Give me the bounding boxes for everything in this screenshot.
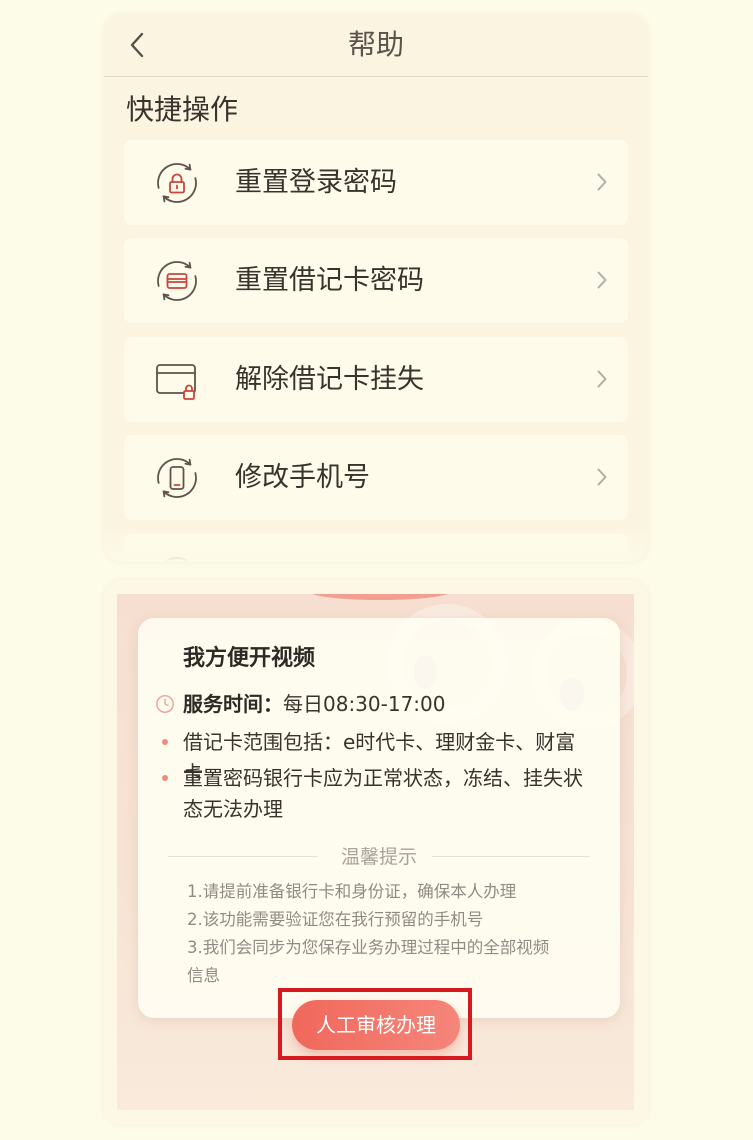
video-service-sheet: 我方便开视频 服务时间：每日08:30-17:00 借记卡范围包括：e时代卡、理… — [104, 580, 648, 1125]
manual-review-button[interactable]: 人工审核办理 — [292, 1000, 460, 1050]
card-lock-icon — [155, 358, 199, 402]
quick-action-label: 重置借记卡密码 — [235, 265, 424, 296]
quick-action-change-phone-number[interactable]: 修改手机号 — [124, 435, 628, 520]
chevron-right-icon — [597, 173, 607, 191]
chevron-right-icon — [597, 468, 607, 486]
quick-action-reset-debit-card-password[interactable]: 重置借记卡密码 — [124, 238, 628, 323]
chevron-right-icon — [597, 370, 607, 388]
note-card-status: 重置密码银行卡应为正常状态，冻结、挂失状态无法办理 — [183, 766, 583, 821]
service-time-label: 服务时间： — [183, 692, 283, 716]
quick-action-unfreeze-lost-debit-card[interactable]: 解除借记卡挂失 — [124, 337, 628, 422]
video-service-info-card: 我方便开视频 服务时间：每日08:30-17:00 借记卡范围包括：e时代卡、理… — [138, 618, 620, 1018]
bullet-dot — [162, 775, 168, 781]
page-title: 帮助 — [347, 28, 404, 61]
tip-item: 2.该功能需要验证您在我行预留的手机号 — [187, 910, 484, 929]
quick-action-reset-login-password[interactable]: 重置登录密码 — [124, 140, 628, 225]
quick-action-label: 重置登录密码 — [235, 167, 397, 198]
info-heading: 我方便开视频 — [183, 646, 316, 671]
service-time-row: 服务时间：每日08:30-17:00 — [183, 691, 446, 717]
scroll-fade — [104, 528, 648, 562]
service-time-value: 每日08:30-17:00 — [283, 692, 446, 716]
tips-divider-right — [432, 856, 590, 857]
chevron-right-icon — [597, 271, 607, 289]
header-bar: 帮助 — [104, 14, 648, 77]
card-reset-icon — [155, 259, 199, 303]
phone-reset-icon — [155, 456, 199, 500]
quick-action-label: 修改手机号 — [235, 462, 370, 493]
section-title-quick-actions: 快捷操作 — [126, 93, 239, 126]
quick-action-label: 解除借记卡挂失 — [235, 364, 424, 395]
clock-icon — [155, 694, 175, 714]
tip-item: 1.请提前准备银行卡和身份证，确保本人办理 — [187, 882, 517, 901]
help-card: 帮助 快捷操作 重置登录密码 重置借记卡密码 解除借记卡挂失 修改手机号 — [104, 14, 648, 562]
tips-title: 温馨提示 — [340, 846, 417, 868]
lock-reset-icon — [155, 161, 199, 205]
bullet-dot — [162, 739, 168, 745]
tip-item: 3.我们会同步为您保存业务办理过程中的全部视频信息 — [187, 938, 550, 985]
